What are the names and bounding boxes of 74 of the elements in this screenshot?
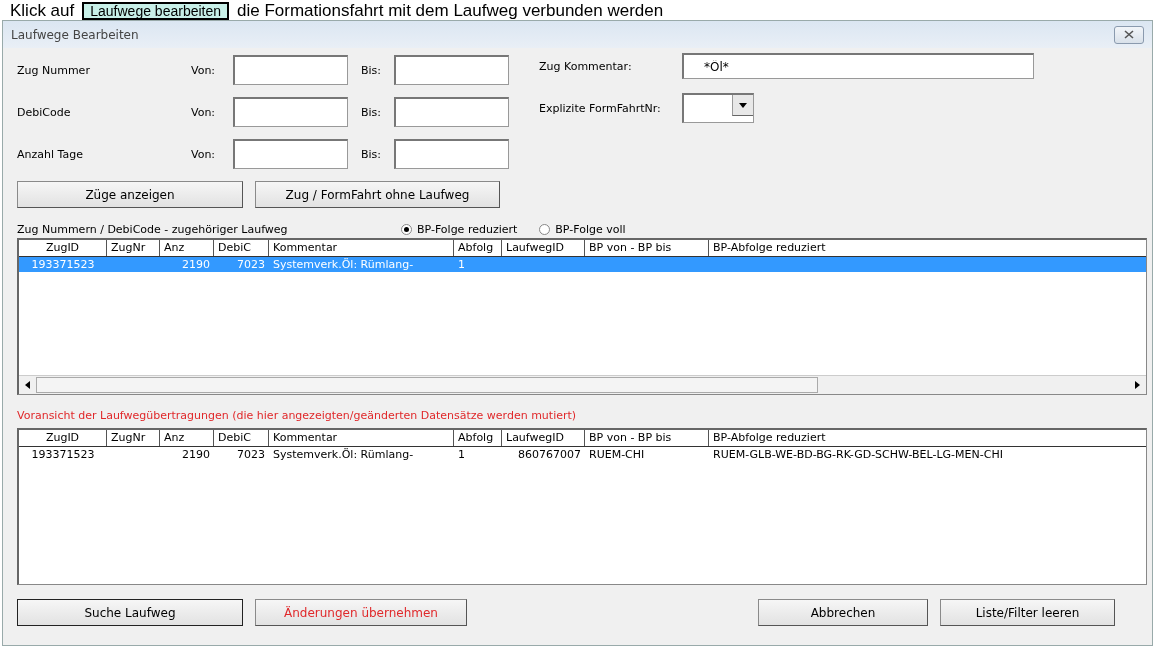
radio-option[interactable]: BP-Folge reduziert <box>401 222 518 236</box>
table-cell: 860767007 <box>518 448 581 461</box>
from-field[interactable] <box>233 97 348 127</box>
table-cell: 1 <box>458 448 465 461</box>
column-header[interactable]: Anz <box>160 240 214 256</box>
column-header[interactable]: ZugID <box>19 240 107 256</box>
column-header[interactable]: LaufwegID <box>502 240 585 256</box>
column-header[interactable]: BP-Abfolge reduziert <box>709 240 1146 256</box>
close-button[interactable] <box>1114 25 1144 44</box>
list-label: Zug Nummern / DebiCode - zugehöriger Laufweg <box>17 222 289 236</box>
action-button[interactable]: Zug / FormFahrt ohne Laufweg <box>255 181 500 208</box>
preview-label: Voransicht der Laufwegübertragungen (die hier angezeigten/geänderten Datensätze werden mutiert) <box>17 409 578 424</box>
radio-button[interactable] <box>539 223 551 235</box>
to-label: Bis: <box>361 147 383 161</box>
from-field[interactable] <box>233 139 348 169</box>
table-row[interactable]: 193371523 2190 7023 Systemverk.Öl: Rümlang- 1 860767007 RUEM-CHI RUEM-GLB-WE-BD-BG-RK-GD-SCHW-BEL-LG-MEN-CHI <box>19 447 1146 462</box>
table-cell: RUEM-GLB-WE-BD-BG-RK-GD-SCHW-BEL-LG-MEN-CHI <box>713 448 1003 461</box>
column-header[interactable]: BP von - BP bis <box>585 240 709 256</box>
formfahrt-label: Explizite FormFahrtNr: <box>539 101 662 115</box>
comment-label: Zug Kommentar: <box>539 59 633 73</box>
column-header[interactable]: Kommentar <box>269 430 454 446</box>
window-title: Laufwege Bearbeiten <box>11 27 139 42</box>
to-field[interactable] <box>394 97 509 127</box>
formfahrt-dropdown[interactable] <box>682 93 754 123</box>
to-field[interactable] <box>394 139 509 169</box>
column-header[interactable]: Abfolg <box>454 240 502 256</box>
caption-text: Klick auf <box>10 2 75 20</box>
radio-option[interactable]: BP-Folge voll <box>539 222 626 236</box>
action-button[interactable]: Züge anzeigen <box>17 181 243 208</box>
table-cell: 2190 <box>182 258 210 271</box>
column-header[interactable]: DebiC <box>214 240 269 256</box>
to-field[interactable] <box>394 55 509 85</box>
dialog-button[interactable]: Änderungen übernehmen <box>255 599 467 626</box>
radio-button[interactable] <box>401 223 412 235</box>
table-cell: 2190 <box>182 448 210 461</box>
table-cell: 7023 <box>237 448 265 461</box>
caption-text: die Formationsfahrt mit dem Laufweg verbunden werden <box>237 2 664 20</box>
column-header[interactable]: LaufwegID <box>502 430 585 446</box>
scroll-thumb[interactable] <box>36 377 818 393</box>
column-header[interactable]: Kommentar <box>269 240 454 256</box>
column-header[interactable]: ZugNr <box>107 430 160 446</box>
scroll-right-icon <box>1135 381 1140 389</box>
filter-label: Zug Nummer <box>17 63 91 77</box>
filter-label: DebiCode <box>17 105 72 119</box>
column-header[interactable]: ZugNr <box>107 240 160 256</box>
column-header[interactable]: DebiC <box>214 430 269 446</box>
horizontal-scrollbar[interactable] <box>19 375 1146 394</box>
caption-button-label: Laufwege bearbeiten <box>82 2 230 20</box>
dialog-button[interactable]: Abbrechen <box>758 599 928 626</box>
column-header[interactable]: ZugID <box>19 430 107 446</box>
dropdown-arrow-icon <box>739 102 747 108</box>
from-label: Von: <box>191 147 217 161</box>
table-cell: Systemverk.Öl: Rümlang- <box>273 448 414 461</box>
column-header[interactable]: Abfolg <box>454 430 502 446</box>
filter-label: Anzahl Tage <box>17 147 84 161</box>
to-label: Bis: <box>361 105 383 119</box>
comment-field[interactable]: *Öl* <box>682 53 1034 79</box>
table-cell: Systemverk.Öl: Rümlang- <box>273 258 414 271</box>
column-header[interactable]: BP von - BP bis <box>585 430 709 446</box>
table-cell: 193371523 <box>31 258 95 271</box>
to-label: Bis: <box>361 63 383 77</box>
table-cell: 1 <box>458 258 465 271</box>
table-cell: RUEM-CHI <box>589 448 645 461</box>
from-label: Von: <box>191 63 217 77</box>
from-label: Von: <box>191 105 217 119</box>
column-header[interactable]: BP-Abfolge reduziert <box>709 430 1146 446</box>
from-field[interactable] <box>233 55 348 85</box>
table-cell: 7023 <box>237 258 265 271</box>
close-icon <box>1124 30 1134 39</box>
dialog-button[interactable]: Liste/Filter leeren <box>940 599 1115 626</box>
table-cell: 193371523 <box>31 448 95 461</box>
dialog-button[interactable]: Suche Laufweg <box>17 599 243 626</box>
scroll-left-icon <box>25 381 30 389</box>
column-header[interactable]: Anz <box>160 430 214 446</box>
